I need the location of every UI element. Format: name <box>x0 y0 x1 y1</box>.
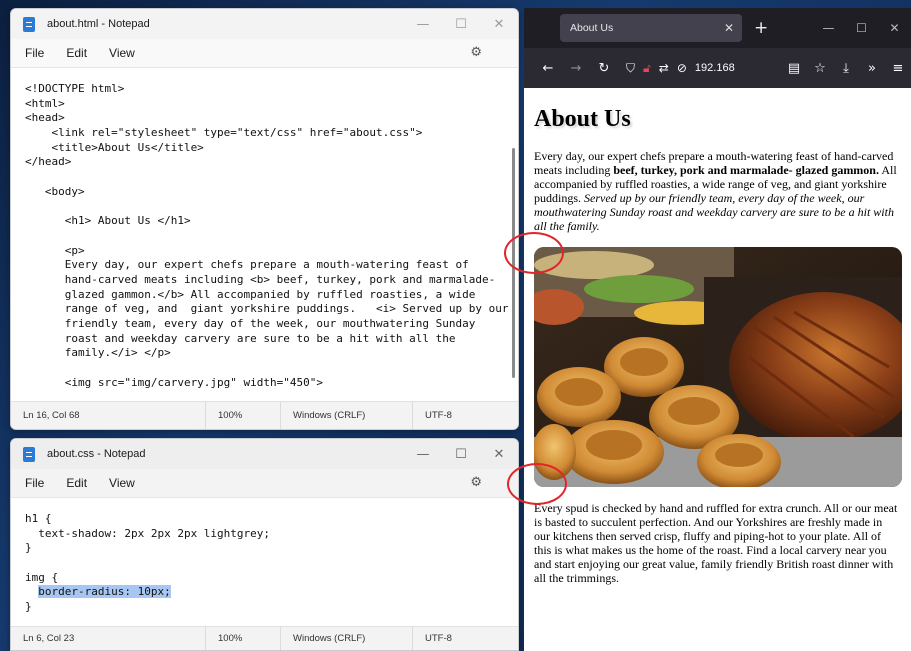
bold-text: beef, turkey, pork and marmalade- glazed… <box>613 163 879 177</box>
cursor-position: Ln 16, Col 68 <box>11 402 206 429</box>
minimize-button[interactable]: — <box>404 439 442 469</box>
tab-close-icon[interactable]: ✕ <box>716 21 742 35</box>
line-ending[interactable]: Windows (CRLF) <box>281 627 413 650</box>
notepad-html-window: about.html - Notepad — ☐ ✕ File Edit Vie… <box>10 8 519 430</box>
code-line: text-shadow: 2px 2px 2px lightgrey; <box>25 526 271 540</box>
url-text[interactable]: 192.168 <box>695 62 735 74</box>
code-line: <p> <box>25 243 85 257</box>
reader-view-icon[interactable]: ▤ <box>781 61 807 76</box>
minimize-button[interactable]: — <box>404 9 442 39</box>
close-button[interactable]: ✕ <box>480 439 518 469</box>
notepad-css-window: about.css - Notepad — ☐ ✕ File Edit View… <box>10 438 519 651</box>
code-line: <link rel="stylesheet" type="text/css" h… <box>25 126 423 140</box>
notepad-app-icon <box>23 16 35 32</box>
zoom-level[interactable]: 100% <box>206 627 281 650</box>
bookmark-star-icon[interactable]: ☆ <box>807 61 833 76</box>
notepad-html-menubar: File Edit View ⚙ <box>11 39 518 67</box>
code-line: <title>About Us</title> <box>25 140 204 154</box>
cursor-position: Ln 6, Col 23 <box>11 627 206 650</box>
notepad-html-title: about.html - Notepad <box>47 18 150 30</box>
selected-text: border-radius: 10px; <box>38 585 171 599</box>
shield-icon[interactable]: ⛉ <box>626 61 635 76</box>
browser-tab-active[interactable]: About Us ✕ <box>560 14 742 42</box>
maximize-button[interactable]: ☐ <box>442 439 480 469</box>
browser-navbar: ← → ↻ ⛉ 🔓︎ ⇄ ⊘ 192.168 ▤ ☆ ⤓ » ≡ <box>524 48 911 88</box>
notepad-html-titlebar[interactable]: about.html - Notepad — ☐ ✕ <box>11 9 518 39</box>
tab-title: About Us <box>570 22 614 34</box>
browser-window: About Us ✕ + — ☐ ✕ ← → ↻ ⛉ 🔓︎ ⇄ ⊘ 192.16… <box>524 8 911 651</box>
code-line: family.</i> </p> <box>25 346 171 360</box>
code-line: <html> <box>25 96 65 110</box>
code-line: roast and weekday carvery are sure to be… <box>25 331 456 345</box>
code-line: <h1> About Us </h1> <box>25 214 191 228</box>
code-line: </head> <box>25 155 72 169</box>
hamburger-menu-icon[interactable]: ≡ <box>885 61 911 76</box>
line-ending[interactable]: Windows (CRLF) <box>281 402 413 429</box>
code-line: } <box>25 600 32 614</box>
page-content: About Us Every day, our expert chefs pre… <box>524 88 911 651</box>
code-line: range of veg, and giant yorkshire puddin… <box>25 302 509 316</box>
forward-arrow-icon[interactable]: → <box>562 61 590 76</box>
zoom-level[interactable]: 100% <box>206 402 281 429</box>
highlight-circle-bottom <box>507 463 567 505</box>
downloads-icon[interactable]: ⤓ <box>833 61 859 76</box>
code-line: <img src="img/carvery.jpg" width="450"> <box>25 375 324 389</box>
italic-text: Served up by our friendly team, every da… <box>534 191 894 233</box>
code-line: } <box>25 541 32 555</box>
settings-gear-icon[interactable]: ⚙ <box>470 475 482 490</box>
notepad-css-menubar: File Edit View ⚙ <box>11 469 518 497</box>
maximize-button[interactable]: ☐ <box>442 9 480 39</box>
new-tab-button[interactable]: + <box>754 18 768 38</box>
overflow-chevron-icon[interactable]: » <box>859 61 885 76</box>
intro-paragraph: Every day, our expert chefs prepare a mo… <box>534 149 901 233</box>
html-code-editor[interactable]: <!DOCTYPE html> <html> <head> <link rel=… <box>11 67 518 401</box>
close-button[interactable]: ✕ <box>878 21 911 35</box>
browser-tab-strip: About Us ✕ + — ☐ ✕ <box>524 8 911 48</box>
second-paragraph: Every spud is checked by hand and ruffle… <box>534 501 898 585</box>
code-line: h1 { <box>25 512 52 525</box>
url-bar[interactable]: ⛉ 🔓︎ ⇄ ⊘ 192.168 <box>626 61 735 76</box>
menu-view[interactable]: View <box>109 46 135 60</box>
carvery-image <box>534 247 902 487</box>
notepad-css-statusbar: Ln 6, Col 23 100% Windows (CRLF) UTF-8 <box>11 626 518 650</box>
settings-gear-icon[interactable]: ⚙ <box>470 45 482 60</box>
notepad-css-title: about.css - Notepad <box>47 448 146 460</box>
notepad-html-statusbar: Ln 16, Col 68 100% Windows (CRLF) UTF-8 <box>11 401 518 429</box>
close-button[interactable]: ✕ <box>480 9 518 39</box>
maximize-button[interactable]: ☐ <box>845 21 878 35</box>
permissions-icon[interactable]: ⇄ <box>659 61 669 75</box>
code-line: friendly team, every day of the week, ou… <box>25 317 476 330</box>
code-line: Every day, our expert chefs prepare a mo… <box>25 258 469 272</box>
encoding[interactable]: UTF-8 <box>413 627 452 650</box>
code-line: hand-carved meats including <b> beef, tu… <box>25 272 496 286</box>
notepad-css-titlebar[interactable]: about.css - Notepad — ☐ ✕ <box>11 439 518 469</box>
menu-file[interactable]: File <box>25 46 44 60</box>
minimize-button[interactable]: — <box>812 21 845 35</box>
menu-file[interactable]: File <box>25 476 44 490</box>
menu-edit[interactable]: Edit <box>66 476 87 490</box>
back-arrow-icon[interactable]: ← <box>534 61 562 76</box>
menu-edit[interactable]: Edit <box>66 46 87 60</box>
highlight-circle-top <box>504 232 564 274</box>
insecure-lock-icon[interactable]: 🔓︎ <box>643 61 651 76</box>
css-code-editor[interactable]: h1 { text-shadow: 2px 2px 2px lightgrey;… <box>11 497 518 626</box>
code-line: <!DOCTYPE html> <box>25 82 125 95</box>
menu-view[interactable]: View <box>109 476 135 490</box>
code-line: glazed gammon.</b> All accompanied by ru… <box>25 287 476 301</box>
code-line-selected: border-radius: 10px; <box>25 585 504 600</box>
encoding[interactable]: UTF-8 <box>413 402 452 429</box>
tracking-blocked-icon[interactable]: ⊘ <box>677 61 687 75</box>
code-line: <body> <box>25 184 85 198</box>
page-heading: About Us <box>534 106 631 132</box>
reload-icon[interactable]: ↻ <box>590 61 618 76</box>
code-line: <head> <box>25 111 65 125</box>
notepad-app-icon <box>23 446 35 462</box>
code-line: img { <box>25 570 59 584</box>
